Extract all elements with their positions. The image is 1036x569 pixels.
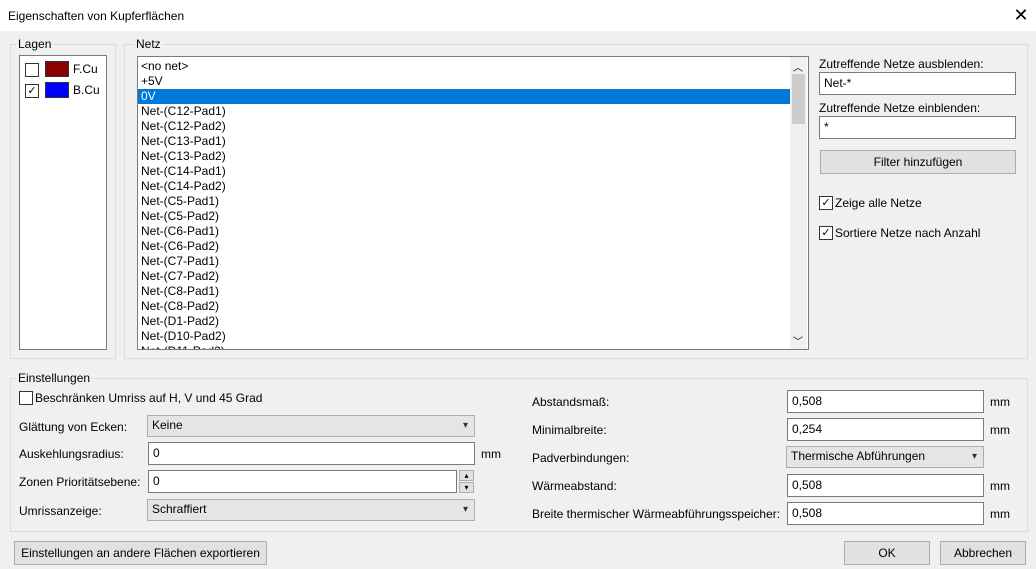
chevron-down-icon: ▾: [971, 451, 977, 462]
pad-connections-select[interactable]: Thermische Abführungen ▾: [786, 446, 984, 468]
net-list-scrollbar[interactable]: ︿ ﹀: [790, 57, 807, 349]
net-list-item[interactable]: Net-(C14-Pad2): [138, 179, 791, 194]
net-list-item[interactable]: Net-(C7-Pad2): [138, 269, 791, 284]
pad-connections-value: Thermische Abführungen: [791, 449, 926, 463]
net-list-item[interactable]: Net-(C5-Pad1): [138, 194, 791, 209]
net-list[interactable]: <no net> +5V 0V Net-(C12-Pad1) Net-(C12-Pad2…: [137, 56, 809, 350]
spin-down-icon[interactable]: ▾: [459, 482, 474, 493]
ok-button[interactable]: OK: [844, 541, 930, 565]
net-list-item[interactable]: <no net>: [138, 59, 791, 74]
cancel-button[interactable]: Abbrechen: [940, 541, 1026, 565]
net-list-item[interactable]: Net-(C12-Pad2): [138, 119, 791, 134]
net-list-item[interactable]: Net-(C6-Pad1): [138, 224, 791, 239]
sort-nets-checkbox[interactable]: ✓: [819, 226, 833, 240]
thermal-gap-label: Wärmeabstand:: [532, 479, 617, 493]
fillet-radius-input[interactable]: 0: [148, 442, 475, 465]
clearance-unit: mm: [990, 395, 1010, 409]
corner-smoothing-select[interactable]: Keine ▾: [147, 415, 475, 437]
scroll-thumb[interactable]: [792, 74, 805, 124]
close-icon[interactable]: ✕: [1010, 4, 1032, 26]
show-all-nets-label: Zeige alle Netze: [835, 196, 922, 210]
net-list-item[interactable]: Net-(C7-Pad1): [138, 254, 791, 269]
window-title: Eigenschaften von Kupferflächen: [8, 9, 185, 23]
min-width-input[interactable]: 0,254: [787, 418, 984, 441]
layer-label-bcu: B.Cu: [73, 83, 100, 97]
corner-smoothing-label: Glättung von Ecken:: [19, 420, 128, 434]
sort-nets-label: Sortiere Netze nach Anzahl: [835, 226, 981, 240]
scroll-up-icon[interactable]: ︿: [793, 59, 803, 74]
zone-priority-input[interactable]: 0: [148, 470, 457, 493]
net-list-item[interactable]: 0V: [138, 89, 791, 104]
net-list-item[interactable]: Net-(D1-Pad2): [138, 314, 791, 329]
net-list-item[interactable]: Net-(C6-Pad2): [138, 239, 791, 254]
net-group-label: Netz: [134, 37, 163, 51]
net-list-item[interactable]: Net-(D11-Pad2): [138, 344, 791, 349]
net-list-item[interactable]: Net-(C14-Pad1): [138, 164, 791, 179]
net-list-item[interactable]: Net-(C8-Pad2): [138, 299, 791, 314]
scroll-down-icon[interactable]: ﹀: [793, 333, 803, 348]
fillet-radius-label: Auskehlungsradius:: [19, 447, 124, 461]
zone-priority-label: Zonen Prioritätsebene:: [19, 475, 141, 489]
layer-checkbox-bcu[interactable]: ✓: [25, 84, 39, 98]
net-list-item[interactable]: Net-(C12-Pad1): [138, 104, 791, 119]
net-list-item[interactable]: Net-(C8-Pad1): [138, 284, 791, 299]
thermal-gap-unit: mm: [990, 479, 1010, 493]
layers-group-label: Lagen: [16, 37, 54, 51]
settings-group-label: Einstellungen: [16, 371, 93, 385]
outline-display-label: Umrissanzeige:: [19, 504, 102, 518]
outline-display-value: Schraffiert: [152, 502, 207, 516]
add-filter-button[interactable]: Filter hinzufügen: [820, 150, 1016, 174]
hide-filter-input[interactable]: Net-*: [819, 72, 1016, 95]
min-width-unit: mm: [990, 423, 1010, 437]
net-list-item[interactable]: Net-(C5-Pad2): [138, 209, 791, 224]
net-list-item[interactable]: Net-(C13-Pad1): [138, 134, 791, 149]
thermal-gap-input[interactable]: 0,508: [787, 474, 984, 497]
thermal-width-label: Breite thermischer Wärmeabführungsspeich…: [532, 507, 781, 521]
layer-color-bcu: [45, 82, 69, 98]
spin-up-icon[interactable]: ▴: [459, 470, 474, 481]
export-settings-button[interactable]: Einstellungen an andere Flächen exportie…: [14, 541, 267, 565]
net-list-item[interactable]: Net-(C13-Pad2): [138, 149, 791, 164]
clearance-label: Abstandsmaß:: [532, 395, 610, 409]
constrain-outline-checkbox[interactable]: [19, 391, 33, 405]
fillet-radius-unit: mm: [481, 447, 501, 461]
pad-connections-label: Padverbindungen:: [532, 451, 630, 465]
layer-color-fcu: [45, 61, 69, 77]
net-list-item[interactable]: +5V: [138, 74, 791, 89]
hide-filter-label: Zutreffende Netze ausblenden:: [819, 57, 984, 71]
corner-smoothing-value: Keine: [152, 418, 183, 432]
thermal-width-input[interactable]: 0,508: [787, 502, 984, 525]
layers-list: F.Cu ✓ B.Cu: [19, 55, 107, 350]
outline-display-select[interactable]: Schraffiert ▾: [147, 499, 475, 521]
chevron-down-icon: ▾: [462, 504, 468, 515]
constrain-outline-label: Beschränken Umriss auf H, V und 45 Grad: [35, 391, 263, 405]
show-filter-label: Zutreffende Netze einblenden:: [819, 101, 981, 115]
layer-label-fcu: F.Cu: [73, 62, 98, 76]
show-filter-input[interactable]: *: [819, 116, 1016, 139]
thermal-width-unit: mm: [990, 507, 1010, 521]
min-width-label: Minimalbreite:: [532, 423, 607, 437]
chevron-down-icon: ▾: [462, 420, 468, 431]
clearance-input[interactable]: 0,508: [787, 390, 984, 413]
layer-checkbox-fcu[interactable]: [25, 63, 39, 77]
zone-priority-spinner[interactable]: ▴ ▾: [459, 470, 474, 493]
show-all-nets-checkbox[interactable]: ✓: [819, 196, 833, 210]
net-list-item[interactable]: Net-(D10-Pad2): [138, 329, 791, 344]
